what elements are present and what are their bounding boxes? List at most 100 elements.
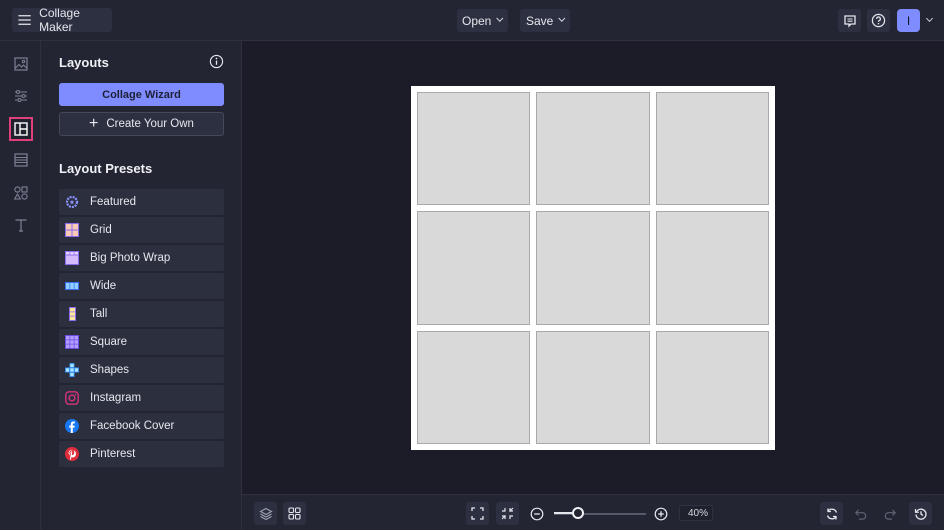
create-your-own-button[interactable]: + Create Your Own (59, 112, 224, 136)
preset-featured[interactable]: Featured (59, 189, 224, 215)
app-title: Collage Maker (39, 6, 80, 34)
user-avatar[interactable]: I (897, 9, 920, 32)
collage-cell[interactable] (417, 92, 531, 206)
big-photo-icon (65, 251, 79, 265)
layout-icon (14, 122, 28, 136)
shapes-icon (13, 186, 28, 200)
top-bar: Collage Maker Open Save I (0, 0, 944, 41)
help-icon (871, 13, 886, 28)
redo-icon (884, 509, 896, 520)
preset-shapes[interactable]: Shapes (59, 357, 224, 383)
texture-icon (14, 153, 28, 167)
zoom-in-icon (654, 507, 667, 520)
info-icon[interactable] (209, 54, 224, 69)
collage-cell[interactable] (655, 92, 769, 206)
workspace (242, 41, 944, 494)
collage-cell[interactable] (536, 330, 650, 444)
preset-label: Wide (90, 280, 117, 292)
plus-icon: + (89, 115, 99, 132)
chevron-down-icon[interactable] (925, 14, 934, 23)
preset-label: Instagram (90, 392, 142, 404)
collage-cell[interactable] (417, 330, 531, 444)
zoom-in-button[interactable] (649, 502, 672, 525)
reset-button[interactable] (820, 502, 843, 525)
wide-icon (65, 279, 79, 293)
collage-cell[interactable] (417, 211, 531, 325)
preset-instagram[interactable]: Instagram (59, 385, 224, 411)
collage-canvas[interactable] (411, 86, 775, 450)
preset-label: Square (90, 336, 128, 348)
undo-button[interactable] (849, 502, 872, 525)
history-button[interactable] (909, 502, 932, 525)
bottom-toolbar: 40% (242, 494, 944, 530)
feedback-button[interactable] (838, 9, 861, 32)
preset-big-photo-wrap[interactable]: Big Photo Wrap (59, 245, 224, 271)
shapes-cross-icon (65, 363, 79, 377)
grid-view-icon (288, 507, 301, 520)
preset-facebook-cover[interactable]: Facebook Cover (59, 413, 224, 439)
zoom-out-button[interactable] (525, 502, 548, 525)
chevron-down-icon (558, 14, 566, 22)
zoom-percentage[interactable]: 40% (679, 505, 713, 521)
rail-item-text[interactable] (9, 213, 33, 237)
help-button[interactable] (867, 9, 890, 32)
preset-wide[interactable]: Wide (59, 273, 224, 299)
chevron-down-icon (496, 14, 504, 22)
text-icon (15, 219, 27, 232)
collage-cell[interactable] (655, 330, 769, 444)
instagram-icon (65, 391, 79, 405)
pinterest-icon (65, 447, 79, 461)
zoom-slider-thumb[interactable] (571, 507, 584, 519)
preset-list: Featured Grid Big Photo Wrap Wide Tall S… (59, 189, 224, 469)
tall-icon (65, 307, 79, 321)
rail-item-layouts[interactable] (9, 117, 33, 141)
preset-label: Tall (90, 308, 108, 320)
undo-icon (854, 509, 866, 520)
redo-button[interactable] (878, 502, 901, 525)
save-label: Save (526, 13, 554, 28)
open-button[interactable]: Open (457, 9, 508, 32)
collage-cell[interactable] (536, 92, 650, 206)
preset-label: Grid (90, 224, 112, 236)
preset-label: Facebook Cover (90, 420, 175, 432)
preset-label: Featured (90, 196, 137, 208)
collage-cell[interactable] (655, 211, 769, 325)
rail-item-adjustments[interactable] (9, 84, 33, 108)
collage-wizard-button[interactable]: Collage Wizard (59, 83, 224, 106)
preset-label: Shapes (90, 364, 130, 376)
tool-rail (0, 41, 41, 530)
history-icon (914, 508, 927, 520)
presets-title: Layout Presets (59, 161, 153, 176)
zoom-out-icon (530, 507, 543, 520)
open-label: Open (462, 13, 492, 28)
square-grid-icon (65, 335, 79, 349)
preset-tall[interactable]: Tall (59, 301, 224, 327)
image-icon (14, 57, 28, 71)
grid-view-button[interactable] (283, 502, 306, 525)
wreath-icon (65, 195, 79, 209)
rail-item-photos[interactable] (9, 52, 33, 76)
fit-to-screen-button[interactable] (466, 502, 489, 525)
expand-icon (471, 507, 484, 520)
layers-button[interactable] (254, 502, 277, 525)
preset-pinterest[interactable]: Pinterest (59, 441, 224, 467)
layers-icon (258, 507, 273, 520)
save-button[interactable]: Save (520, 9, 570, 32)
panel-title: Layouts (59, 55, 109, 70)
preset-square[interactable]: Square (59, 329, 224, 355)
actual-size-button[interactable] (496, 502, 519, 525)
comment-icon (843, 14, 856, 28)
preset-label: Pinterest (90, 448, 136, 460)
grid-icon (65, 223, 79, 237)
sliders-icon (15, 90, 27, 102)
create-label: Create Your Own (106, 118, 194, 130)
preset-label: Big Photo Wrap (90, 252, 171, 264)
rail-item-graphics[interactable] (9, 181, 33, 205)
shrink-icon (501, 507, 514, 520)
facebook-icon (65, 419, 79, 433)
app-menu-button[interactable]: Collage Maker (12, 6, 112, 34)
rail-item-textures[interactable] (9, 148, 33, 172)
preset-grid[interactable]: Grid (59, 217, 224, 243)
collage-cell[interactable] (536, 211, 650, 325)
menu-icon (18, 15, 31, 25)
